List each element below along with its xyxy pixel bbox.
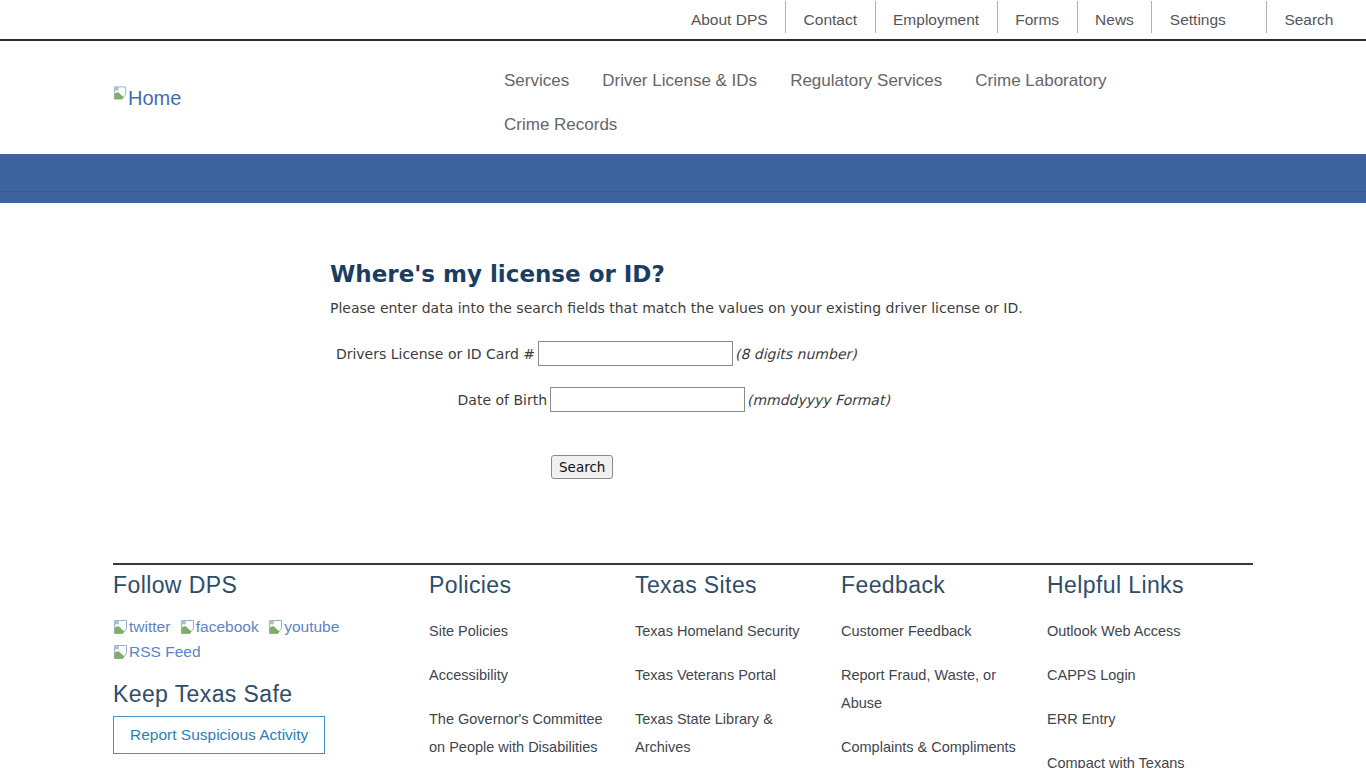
license-number-label: Drivers License or ID Card # [330,346,535,362]
topnav-news[interactable]: News [1078,11,1152,29]
date-of-birth-label: Date of Birth [330,392,547,408]
nav-crime-records[interactable]: Crime Records [504,103,617,147]
outlook-web-access-link[interactable]: Outlook Web Access [1047,617,1230,645]
license-number-row: Drivers License or ID Card # (8 digits n… [330,341,1366,366]
footer: Follow DPS twitter facebook youtube RSS … [0,563,1366,768]
feedback-heading: Feedback [841,573,1047,597]
nav-services[interactable]: Services [504,59,569,103]
page-title-band [0,154,1366,203]
search-button[interactable]: Search [551,455,613,479]
youtube-link-label: youtube [284,616,339,638]
follow-dps-heading: Follow DPS [113,573,429,597]
nav-crime-laboratory[interactable]: Crime Laboratory [975,59,1106,103]
social-links: twitter facebook youtube RSS Feed [113,616,358,666]
twitter-link-label: twitter [129,616,170,638]
footer-texas-sites-column: Texas Sites Texas Homeland Security Texa… [635,573,841,768]
topnav-about-dps[interactable]: About DPS [673,11,785,29]
accessibility-link[interactable]: Accessibility [429,661,612,689]
twitter-link[interactable]: twitter [113,616,170,638]
broken-image-icon [113,619,129,635]
rss-feed-link[interactable]: RSS Feed [113,641,201,663]
license-number-input[interactable] [538,341,733,366]
main-content: Where's my license or ID? Please enter d… [0,203,1366,479]
site-header: Home Services Driver License & IDs Regul… [0,41,1366,154]
broken-image-icon [113,644,129,660]
capps-login-link[interactable]: CAPPS Login [1047,661,1230,689]
policies-heading: Policies [429,573,635,597]
nav-regulatory-services[interactable]: Regulatory Services [790,59,942,103]
utility-nav: About DPS Contact Employment Forms News … [673,0,1351,39]
broken-image-icon [180,619,196,635]
date-of-birth-hint: (mmddyyyy Format) [747,392,890,408]
topnav-settings[interactable]: Settings [1152,11,1266,29]
footer-helpful-links-column: Helpful Links Outlook Web Access CAPPS L… [1047,573,1253,768]
main-nav: Services Driver License & IDs Regulatory… [504,59,1204,147]
rss-feed-link-label: RSS Feed [129,641,201,663]
report-suspicious-activity-button[interactable]: Report Suspicious Activity [113,716,325,754]
site-policies-link[interactable]: Site Policies [429,617,612,645]
customer-feedback-link[interactable]: Customer Feedback [841,617,1024,645]
footer-follow-column: Follow DPS twitter facebook youtube RSS … [113,573,429,768]
instructions-text: Please enter data into the search fields… [330,300,1366,316]
complaints-compliments-link[interactable]: Complaints & Compliments [841,733,1024,761]
texas-sites-heading: Texas Sites [635,573,841,597]
broken-image-icon [113,85,128,101]
compact-with-texans-link[interactable]: Compact with Texans [1047,749,1230,768]
date-of-birth-row: Date of Birth (mmddyyyy Format) [330,387,1366,412]
err-entry-link[interactable]: ERR Entry [1047,705,1230,733]
nav-driver-license-ids[interactable]: Driver License & IDs [602,59,757,103]
home-link[interactable]: Home [113,85,181,110]
topnav-forms[interactable]: Forms [998,11,1077,29]
home-link-label: Home [128,87,181,110]
footer-policies-column: Policies Site Policies Accessibility The… [429,573,635,768]
keep-texas-safe-heading: Keep Texas Safe [113,682,429,706]
report-fraud-link[interactable]: Report Fraud, Waste, or Abuse [841,661,1024,717]
topnav-search[interactable]: Search [1267,11,1351,29]
topnav-contact[interactable]: Contact [786,11,874,29]
page-title: Where's my license or ID? [330,261,1366,288]
broken-image-icon [268,619,284,635]
footer-feedback-column: Feedback Customer Feedback Report Fraud,… [841,573,1047,768]
facebook-link[interactable]: facebook [180,616,259,638]
governors-committee-link[interactable]: The Governor's Committee on People with … [429,705,612,761]
facebook-link-label: facebook [196,616,259,638]
youtube-link[interactable]: youtube [268,616,339,638]
texas-state-library-link[interactable]: Texas State Library & Archives [635,705,818,761]
texas-homeland-security-link[interactable]: Texas Homeland Security [635,617,818,645]
texas-veterans-portal-link[interactable]: Texas Veterans Portal [635,661,818,689]
date-of-birth-input[interactable] [550,387,745,412]
license-number-hint: (8 digits number) [735,346,857,362]
topnav-employment[interactable]: Employment [876,11,997,29]
helpful-links-heading: Helpful Links [1047,573,1253,597]
utility-bar: About DPS Contact Employment Forms News … [0,0,1366,41]
